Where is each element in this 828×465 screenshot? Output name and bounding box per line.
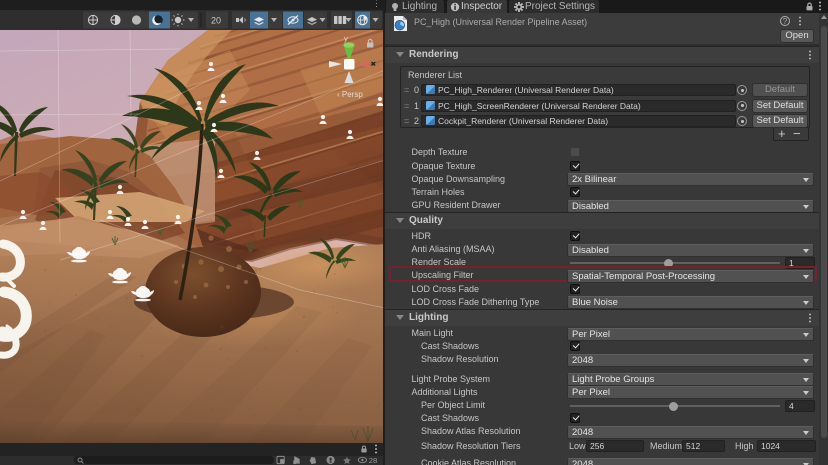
svg-text:y: y xyxy=(344,34,348,43)
svg-text:‹ Persp: ‹ Persp xyxy=(337,90,363,99)
svg-text:28: 28 xyxy=(369,456,378,465)
svg-text:20: 20 xyxy=(211,16,221,26)
